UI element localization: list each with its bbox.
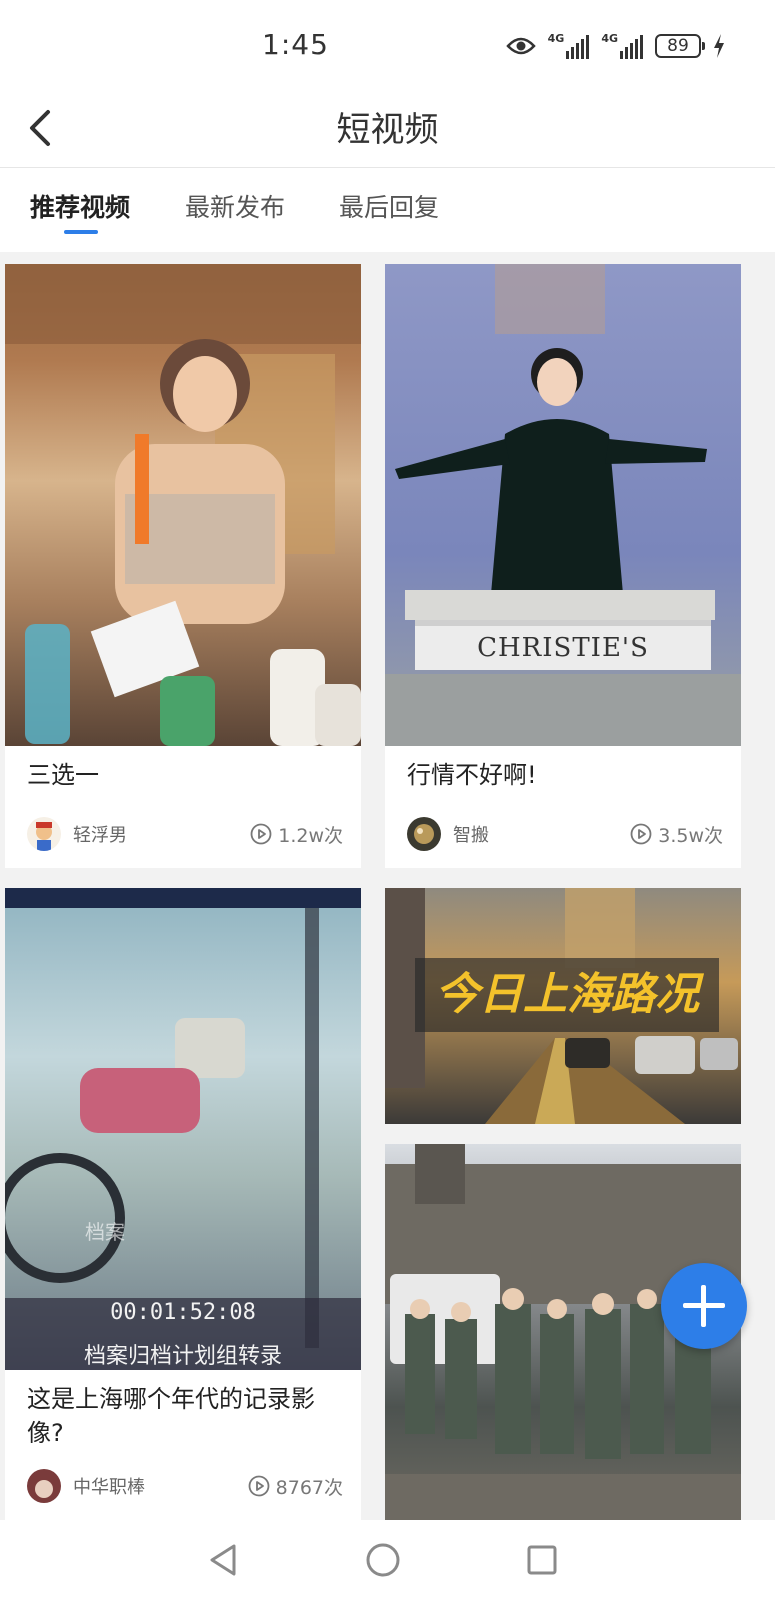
- video-card[interactable]: 三选一 轻浮男 1.2w次: [5, 264, 361, 868]
- video-title[interactable]: 这是上海哪个年代的记录影像?: [27, 1382, 339, 1450]
- view-count: 8767次: [248, 1473, 343, 1500]
- tab-latest[interactable]: 最新发布: [185, 188, 285, 224]
- page-title: 短视频: [336, 110, 439, 150]
- video-title[interactable]: 行情不好啊!: [407, 758, 537, 792]
- video-thumbnail[interactable]: [5, 264, 361, 746]
- tab-recommended[interactable]: 推荐视频: [30, 188, 130, 224]
- thumbnail-illustration: [5, 888, 361, 1370]
- app-screen: 1:45 4G 4G 89 短视频 推荐视频 最新发布 最后回复 三选一 轻浮男…: [0, 0, 775, 1600]
- author-name[interactable]: 中华职棒: [73, 1473, 248, 1499]
- video-meta: 智搬 3.5w次: [407, 816, 723, 852]
- play-icon: [630, 823, 652, 845]
- plus-icon[interactable]: [661, 1263, 747, 1349]
- video-meta: 中华职棒 8767次: [27, 1468, 343, 1504]
- video-thumbnail[interactable]: 今日上海路况: [385, 888, 741, 1124]
- author-name[interactable]: 轻浮男: [73, 821, 250, 847]
- avatar[interactable]: [27, 1469, 61, 1503]
- thumbnail-banner: 今日上海路况: [415, 958, 719, 1032]
- thumbnail-timecode: 00:01:52:08: [110, 1300, 256, 1325]
- signal-icon: 4G: [548, 33, 590, 59]
- charging-icon: [714, 34, 724, 58]
- eye-icon: [505, 37, 536, 55]
- view-count: 3.5w次: [630, 821, 723, 848]
- status-bar: 1:45 4G 4G 89: [0, 0, 775, 90]
- system-nav-bar: [0, 1520, 775, 1600]
- battery-icon: 89: [655, 34, 705, 58]
- video-card[interactable]: 档案 00:01:52:08 档案归档计划组转录 这是上海哪个年代的记录影像? …: [5, 888, 361, 1520]
- thumbnail-illustration: [385, 264, 741, 746]
- thumbnail-caption: 档案归档计划组转录: [83, 1344, 282, 1369]
- video-meta: 轻浮男 1.2w次: [27, 816, 343, 852]
- network-type-label: 4G: [601, 32, 618, 45]
- status-icons: 4G 4G 89: [505, 30, 725, 62]
- author-name[interactable]: 智搬: [453, 821, 630, 847]
- video-card[interactable]: 今日上海路况: [385, 888, 741, 1124]
- play-icon: [250, 823, 272, 845]
- status-time: 1:45: [262, 28, 329, 61]
- video-card[interactable]: CHRISTIE'S 行情不好啊! 智搬 3.5w次: [385, 264, 741, 868]
- avatar[interactable]: [407, 817, 441, 851]
- video-feed[interactable]: 三选一 轻浮男 1.2w次 CHRISTIE'S 行情不好啊! 智搬 3.5w次…: [0, 252, 775, 1520]
- video-title[interactable]: 三选一: [27, 758, 99, 792]
- view-count: 1.2w次: [250, 821, 343, 848]
- thumbnail-illustration: [5, 264, 361, 746]
- signal-icon: 4G: [601, 33, 643, 59]
- play-icon: [248, 1475, 270, 1497]
- home-circle-icon[interactable]: [363, 1540, 403, 1580]
- back-triangle-icon[interactable]: [204, 1540, 244, 1580]
- app-header: 短视频: [0, 90, 775, 168]
- active-tab-indicator: [64, 230, 98, 234]
- tab-bar: 推荐视频 最新发布 最后回复: [0, 168, 775, 252]
- video-thumbnail[interactable]: CHRISTIE'S: [385, 264, 741, 746]
- view-count-text: 1.2w次: [278, 824, 343, 847]
- thumbnail-watermark: 档案: [85, 1220, 125, 1244]
- network-type-label: 4G: [547, 32, 565, 45]
- view-count-text: 8767次: [275, 1476, 343, 1499]
- view-count-text: 3.5w次: [658, 824, 723, 847]
- avatar[interactable]: [27, 817, 61, 851]
- video-thumbnail[interactable]: 档案 00:01:52:08 档案归档计划组转录: [5, 888, 361, 1370]
- tab-last-reply[interactable]: 最后回复: [339, 188, 439, 224]
- thumbnail-sign-text: CHRISTIE'S: [415, 620, 711, 670]
- recents-square-icon[interactable]: [522, 1540, 562, 1580]
